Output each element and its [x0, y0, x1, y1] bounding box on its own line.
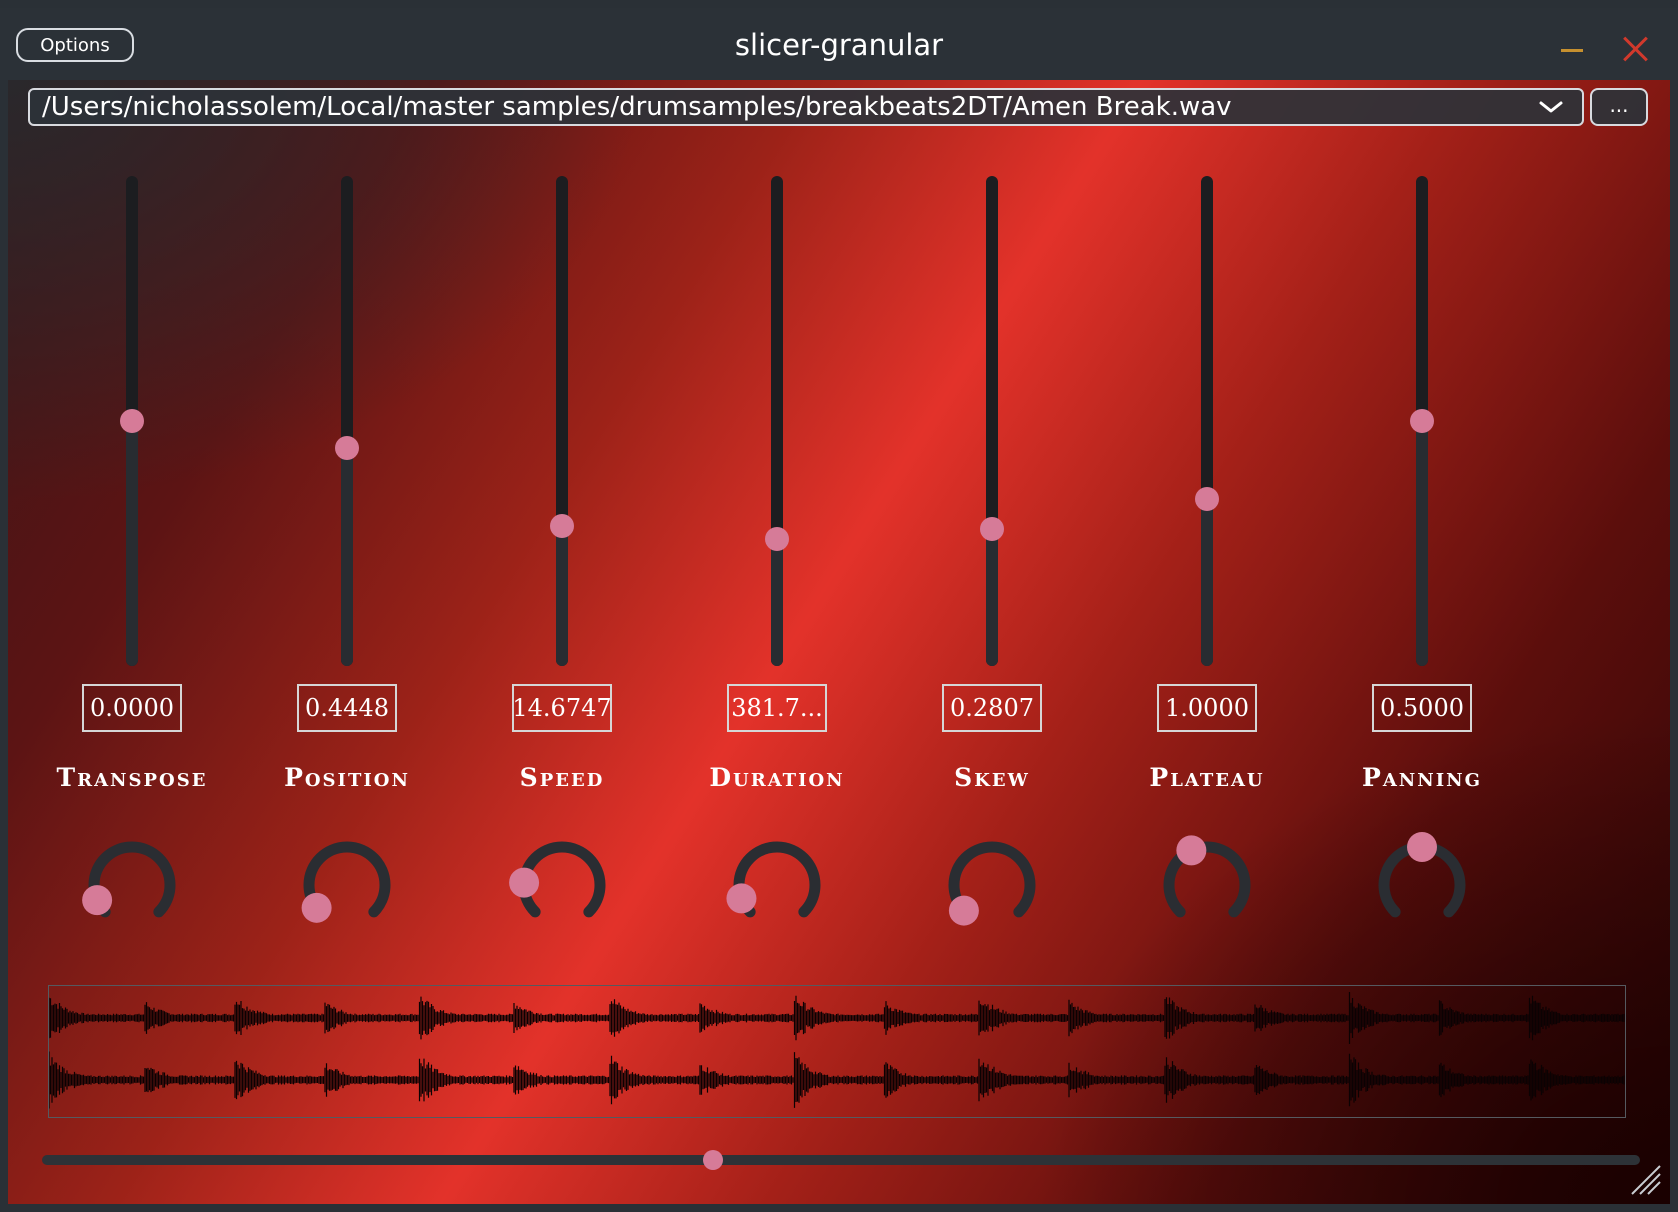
- resize-grip-icon[interactable]: [1626, 1160, 1662, 1196]
- plateau-knob[interactable]: [1147, 825, 1267, 945]
- param-speed: 14.6747 Speed: [447, 80, 677, 960]
- window-title: slicer-granular: [734, 28, 944, 62]
- transpose-slider-thumb[interactable]: [120, 409, 144, 433]
- skew-slider-track[interactable]: [986, 176, 998, 666]
- skew-label: Skew: [954, 763, 1030, 792]
- position-label: Position: [284, 763, 410, 792]
- transpose-label: Transpose: [56, 763, 208, 792]
- param-skew: 0.2807 Skew: [877, 80, 1107, 960]
- position-slider-thumb[interactable]: [335, 435, 359, 460]
- transpose-knob-handle: [82, 885, 113, 916]
- minimize-icon[interactable]: [1561, 49, 1583, 52]
- param-position: 0.4448 Position: [232, 80, 462, 960]
- browse-button[interactable]: ...: [1590, 88, 1648, 126]
- plateau-knob-handle: [1176, 835, 1207, 866]
- plateau-value-field[interactable]: 1.0000: [1157, 684, 1257, 732]
- speed-knob-handle: [509, 867, 540, 898]
- duration-knob[interactable]: [717, 825, 837, 945]
- skew-knob-handle: [948, 895, 979, 926]
- title-bar: Options slicer-granular: [0, 8, 1678, 80]
- panning-slider-fill: [1416, 421, 1428, 666]
- speed-slider-track[interactable]: [556, 176, 568, 666]
- skew-knob[interactable]: [932, 825, 1052, 945]
- plateau-slider-thumb[interactable]: [1195, 487, 1219, 512]
- transpose-slider-fill: [126, 421, 138, 666]
- panning-value-field[interactable]: 0.5000: [1372, 684, 1472, 732]
- waveform-channel: [49, 1051, 1625, 1109]
- speed-slider-thumb[interactable]: [550, 514, 574, 539]
- duration-knob-handle: [726, 883, 757, 914]
- waveform-graphic: [49, 992, 1625, 1109]
- position-knob[interactable]: [287, 825, 407, 945]
- transpose-knob[interactable]: [72, 825, 192, 945]
- waveform-display[interactable]: [48, 985, 1626, 1118]
- plateau-slider-track[interactable]: [1201, 176, 1213, 666]
- main-panel: /Users/nicholassolem/Local/master sample…: [8, 80, 1670, 1204]
- duration-slider-track[interactable]: [771, 176, 783, 666]
- panning-slider-thumb[interactable]: [1410, 409, 1434, 433]
- panning-label: Panning: [1362, 763, 1482, 792]
- position-value-field[interactable]: 0.4448: [297, 684, 397, 732]
- duration-slider-fill: [771, 538, 783, 666]
- panning-knob[interactable]: [1362, 825, 1482, 945]
- param-transpose: 0.0000 Transpose: [17, 80, 247, 960]
- close-icon[interactable]: [1622, 36, 1648, 62]
- position-knob-handle: [301, 892, 332, 923]
- duration-label: Duration: [709, 763, 845, 792]
- scrub-slider-track[interactable]: [42, 1155, 1640, 1165]
- position-slider-fill: [341, 447, 353, 666]
- scrub-slider-thumb[interactable]: [703, 1150, 724, 1170]
- duration-slider-thumb[interactable]: [765, 526, 789, 551]
- transpose-value-field[interactable]: 0.0000: [82, 684, 182, 732]
- skew-slider-thumb[interactable]: [980, 516, 1004, 541]
- speed-slider-fill: [556, 526, 568, 666]
- plateau-slider-fill: [1201, 499, 1213, 666]
- param-duration: 381.7... Duration: [662, 80, 892, 960]
- speed-value-field[interactable]: 14.6747: [512, 684, 612, 732]
- waveform-channel: [49, 992, 1625, 1044]
- chevron-down-icon[interactable]: [1538, 96, 1563, 118]
- speed-knob[interactable]: [502, 825, 622, 945]
- plateau-label: Plateau: [1149, 763, 1265, 792]
- param-panning: 0.5000 Panning: [1307, 80, 1537, 960]
- plugin-window: Options slicer-granular /Users/nicholass…: [0, 0, 1678, 1212]
- skew-slider-fill: [986, 528, 998, 666]
- param-plateau: 1.0000 Plateau: [1092, 80, 1322, 960]
- duration-value-field[interactable]: 381.7...: [727, 684, 827, 732]
- speed-label: Speed: [519, 763, 605, 792]
- position-slider-track[interactable]: [341, 176, 353, 666]
- panning-knob-handle: [1407, 832, 1437, 862]
- skew-value-field[interactable]: 0.2807: [942, 684, 1042, 732]
